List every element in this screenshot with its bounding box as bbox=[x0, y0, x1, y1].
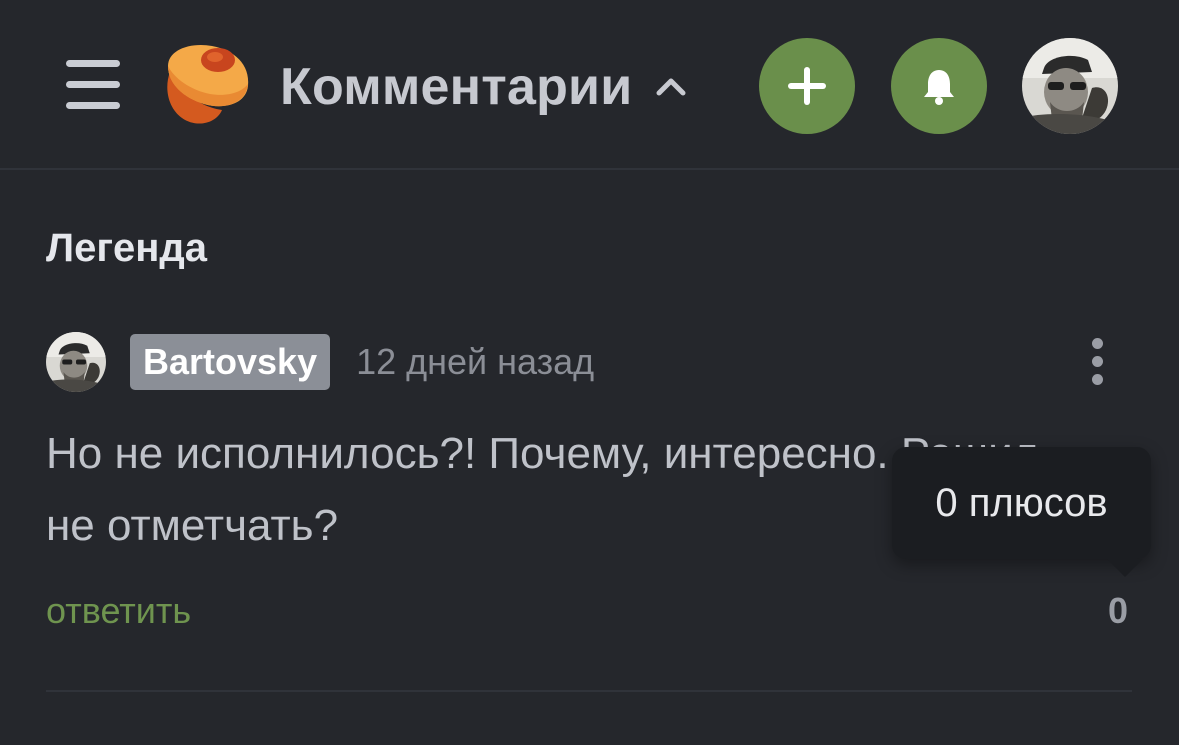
comments-section: Легенда Bartovsky 12 дней назад Но не ис… bbox=[0, 172, 1179, 745]
comment-author-avatar[interactable] bbox=[46, 332, 106, 392]
notifications-button[interactable] bbox=[891, 38, 987, 134]
comment-header: Bartovsky 12 дней назад bbox=[46, 330, 594, 394]
hamburger-menu-icon[interactable] bbox=[62, 58, 124, 112]
section-title: Легенда bbox=[46, 226, 208, 270]
comment-timestamp[interactable]: 12 дней назад bbox=[356, 344, 594, 380]
page-title: Комментарии bbox=[280, 58, 633, 116]
comment-rating[interactable]: 0 bbox=[1108, 590, 1128, 632]
top-bar: Комментарии bbox=[0, 0, 1179, 170]
chevron-up-icon bbox=[654, 70, 688, 104]
divider bbox=[46, 690, 1132, 692]
comment-author-name[interactable]: Bartovsky bbox=[130, 334, 331, 390]
user-avatar[interactable] bbox=[1022, 38, 1118, 134]
tooltip-text: 0 плюсов bbox=[935, 480, 1108, 525]
add-post-button[interactable] bbox=[759, 38, 855, 134]
more-options-icon[interactable] bbox=[1082, 338, 1114, 390]
tooltip-arrow bbox=[1107, 559, 1143, 577]
bell-icon bbox=[924, 70, 954, 105]
rating-tooltip: 0 плюсов bbox=[892, 447, 1151, 577]
comments-title-dropdown[interactable]: Комментарии bbox=[280, 52, 688, 122]
plus-icon bbox=[788, 67, 826, 105]
reply-link[interactable]: ответить bbox=[46, 590, 191, 632]
pikabu-logo-icon[interactable] bbox=[160, 42, 252, 126]
